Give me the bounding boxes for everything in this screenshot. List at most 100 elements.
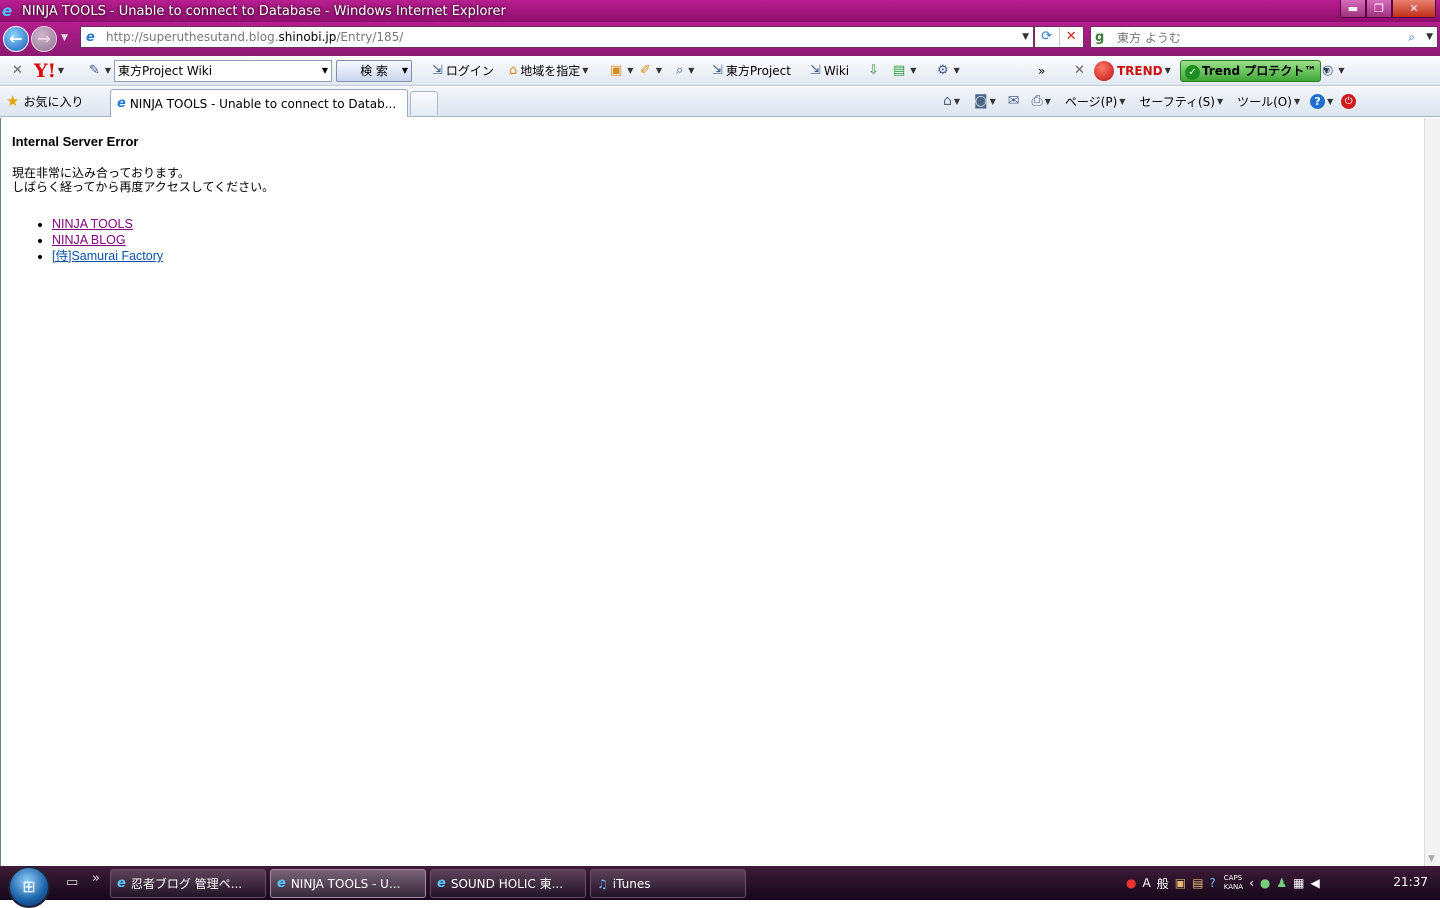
- toolbar-overflow-icon[interactable]: »: [1038, 64, 1045, 78]
- search-provider-icon[interactable]: g: [1095, 30, 1111, 45]
- tools-menu[interactable]: ツール(O) ▼: [1237, 93, 1300, 110]
- bookmark-touhou-project[interactable]: ⇲ 東方Project: [712, 56, 791, 86]
- refresh-stop-group: ⟳ ✕: [1034, 26, 1084, 48]
- link-ninja-blog[interactable]: NINJA BLOG: [52, 233, 126, 247]
- ime-tool-icon[interactable]: ▣: [1175, 876, 1186, 890]
- mobile-dropdown-icon[interactable]: ▼: [910, 66, 916, 75]
- start-button[interactable]: ⊞: [8, 866, 50, 908]
- tab-ninja-tools[interactable]: e NINJA TOOLS - Unable to connect to Data…: [110, 89, 408, 117]
- back-button[interactable]: ←: [3, 26, 29, 52]
- page-content: Internal Server Error 現在非常に込み合っております。 しば…: [0, 118, 1424, 866]
- show-desktop-icon[interactable]: ▭: [66, 875, 78, 890]
- ime-pad-icon[interactable]: ▤: [1192, 876, 1203, 890]
- task-sound-holic[interactable]: e SOUND HOLIC 東...: [430, 869, 586, 898]
- favorites-button[interactable]: ★ お気に入り: [6, 92, 83, 110]
- link-list: NINJA TOOLS NINJA BLOG [侍]Samurai Factor…: [52, 216, 1413, 264]
- yahoo-search-button[interactable]: 検 索 ▼: [336, 59, 412, 82]
- vertical-scrollbar[interactable]: ▼: [1424, 118, 1440, 866]
- search-input[interactable]: g 東方 ようむ ⌕ ▼: [1090, 26, 1438, 48]
- task-itunes[interactable]: ♫ iTunes: [590, 869, 746, 898]
- security-tray-icon[interactable]: ●: [1260, 876, 1270, 890]
- search-icon[interactable]: ⌕: [1408, 30, 1415, 45]
- clock[interactable]: 21:37: [1393, 875, 1428, 889]
- mobile-icon[interactable]: ▤: [893, 63, 905, 78]
- network-icon[interactable]: ▦: [1293, 876, 1304, 890]
- stop-icon[interactable]: ✕: [1060, 27, 1084, 47]
- wireless-dropdown-icon[interactable]: ▼: [1338, 66, 1344, 75]
- ime-mode[interactable]: A: [1142, 876, 1150, 890]
- research-icon[interactable]: ⏻: [1341, 93, 1357, 109]
- close-button[interactable]: ✕: [1392, 0, 1436, 18]
- list-item: NINJA BLOG: [52, 232, 1413, 248]
- link-ninja-tools[interactable]: NINJA TOOLS: [52, 217, 133, 231]
- yahoo-search-dropdown-icon[interactable]: ▼: [322, 61, 328, 81]
- minimize-button[interactable]: ▬: [1340, 0, 1366, 18]
- clipboard-dropdown-icon[interactable]: ▼: [627, 66, 633, 75]
- trend-toolbar-close-icon[interactable]: ✕: [1074, 63, 1085, 78]
- settings-icon[interactable]: ⚙: [937, 63, 949, 78]
- home-icon[interactable]: ⌂: [943, 93, 952, 109]
- window-titlebar: e NINJA TOOLS - Unable to connect to Dat…: [0, 0, 1440, 22]
- home-dropdown-icon[interactable]: ▼: [954, 97, 960, 106]
- scroll-down-icon[interactable]: ▼: [1428, 854, 1435, 864]
- download-icon[interactable]: ⇩: [868, 63, 879, 78]
- settings-dropdown-icon[interactable]: ▼: [954, 66, 960, 75]
- bookmark-wiki[interactable]: ⇲ Wiki: [810, 56, 849, 86]
- quicklaunch-overflow-icon[interactable]: »: [92, 871, 100, 886]
- history-dropdown-icon[interactable]: ▼: [61, 33, 68, 43]
- error-message-line2: しばらく経ってから再度アクセスしてください。: [12, 180, 275, 194]
- page-menu[interactable]: ページ(P) ▼: [1065, 93, 1126, 110]
- mail-icon[interactable]: ✉: [1008, 93, 1020, 109]
- link-samurai-factory[interactable]: [侍]Samurai Factory: [52, 249, 163, 263]
- dictionary-icon[interactable]: ⌕: [676, 63, 683, 78]
- safety-menu[interactable]: セーフティ(S) ▼: [1139, 93, 1223, 110]
- ime-help-icon[interactable]: ?: [1209, 876, 1215, 890]
- pencil-dropdown-icon[interactable]: ▼: [105, 66, 111, 75]
- toolbar-close-icon[interactable]: ✕: [12, 63, 23, 78]
- new-tab-button[interactable]: [410, 91, 438, 115]
- highlighter-dropdown-icon[interactable]: ▼: [656, 66, 662, 75]
- ie-logo-icon: e: [2, 2, 13, 20]
- refresh-icon[interactable]: ⟳: [1035, 27, 1060, 47]
- yahoo-menu-dropdown-icon[interactable]: ▼: [58, 66, 64, 75]
- volume-icon[interactable]: ◀: [1310, 876, 1319, 890]
- ime-kanji[interactable]: 般: [1157, 875, 1169, 892]
- messenger-tray-icon[interactable]: ♟: [1276, 876, 1287, 890]
- trend-protect-button[interactable]: ✓ Trend プロテクト™: [1180, 59, 1322, 82]
- pencil-icon[interactable]: ✎: [89, 63, 100, 78]
- bookmark-icon: ⇲: [810, 63, 821, 78]
- yahoo-logo[interactable]: Y!: [34, 60, 56, 82]
- itunes-icon: ♫: [597, 876, 608, 891]
- region-button[interactable]: ⌂ 地域を指定 ▼: [509, 56, 588, 86]
- region-dropdown-icon[interactable]: ▼: [582, 66, 588, 75]
- feed-dropdown-icon[interactable]: ▼: [990, 97, 996, 106]
- task-ninja-tools[interactable]: e NINJA TOOLS - U...: [270, 869, 426, 898]
- address-input[interactable]: e http://superuthesutand.blog.shinobi.jp…: [80, 26, 1034, 48]
- highlighter-icon[interactable]: ✐: [640, 63, 651, 78]
- address-dropdown-icon[interactable]: ▼: [1022, 32, 1029, 42]
- dictionary-dropdown-icon[interactable]: ▼: [688, 66, 694, 75]
- print-dropdown-icon[interactable]: ▼: [1045, 97, 1051, 106]
- alert-icon[interactable]: ●: [1126, 876, 1136, 890]
- task-ninja-blog-admin[interactable]: e 忍者ブログ 管理ペ...: [110, 869, 266, 898]
- region-icon: ⌂: [509, 63, 518, 78]
- bookmark-icon: ⇲: [712, 63, 723, 78]
- trend-logo-icon: [1094, 60, 1114, 81]
- search-button-dropdown-icon[interactable]: ▼: [402, 61, 408, 81]
- yahoo-search-input[interactable]: 東方Project Wiki ▼: [114, 59, 332, 82]
- trend-dropdown-icon[interactable]: ▼: [1165, 66, 1171, 75]
- wireless-icon[interactable]: ◎: [1322, 63, 1333, 78]
- forward-button[interactable]: →: [31, 26, 57, 52]
- maximize-button[interactable]: ❐: [1366, 0, 1392, 18]
- trend-menu[interactable]: TREND ▼: [1094, 56, 1171, 86]
- help-dropdown-icon[interactable]: ▼: [1327, 97, 1333, 106]
- help-icon[interactable]: ?: [1310, 93, 1326, 109]
- print-icon[interactable]: ⎙: [1032, 93, 1043, 109]
- tray-expand-icon[interactable]: ‹: [1249, 876, 1254, 890]
- command-bar: ⌂ ▼ ◙ ▼ ✉ ⎙ ▼ ページ(P) ▼ セーフティ(S) ▼ ツール(O) ▼ ? ▼ ⏻: [935, 87, 1357, 115]
- clipboard-icon[interactable]: ▣: [610, 63, 622, 78]
- address-url: http://superuthesutand.blog.shinobi.jp/E…: [106, 30, 404, 44]
- login-button[interactable]: ⇲ ログイン: [432, 56, 494, 86]
- feed-icon[interactable]: ◙: [974, 93, 988, 109]
- search-options-dropdown-icon[interactable]: ▼: [1426, 32, 1433, 42]
